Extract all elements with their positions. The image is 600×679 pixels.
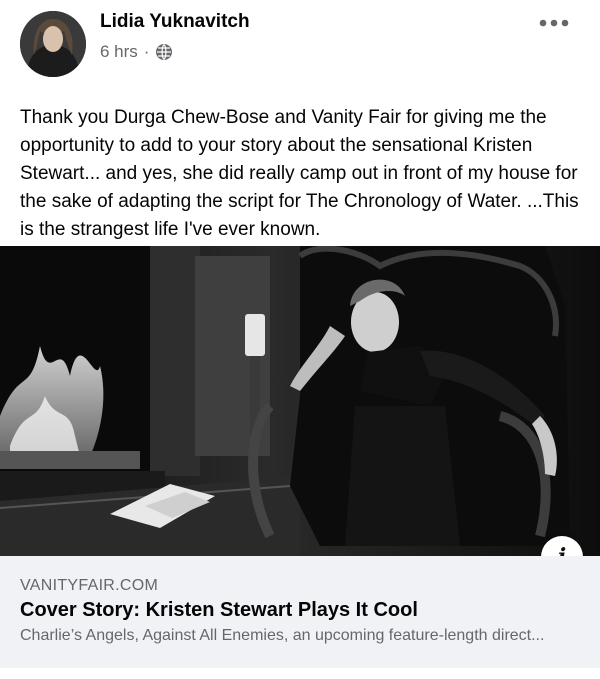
post-meta: 6 hrs · xyxy=(100,41,173,63)
post-header: Lidia Yuknavitch 6 hrs · xyxy=(0,0,600,90)
cover-photo xyxy=(0,246,600,556)
globe-icon[interactable] xyxy=(155,43,173,61)
post-timestamp[interactable]: 6 hrs xyxy=(100,42,138,62)
link-description: Charlie’s Angels, Against All Enemies, a… xyxy=(20,627,545,644)
author-name[interactable]: Lidia Yuknavitch xyxy=(100,11,250,33)
more-horizontal-icon xyxy=(539,19,569,27)
link-title[interactable]: Cover Story: Kristen Stewart Plays It Co… xyxy=(20,599,418,622)
link-preview-footer[interactable]: VANITYFAIR.COM Cover Story: Kristen Stew… xyxy=(0,556,600,668)
link-preview-image[interactable] xyxy=(0,246,600,556)
link-domain: VANITYFAIR.COM xyxy=(20,577,159,594)
more-options-button[interactable] xyxy=(536,12,572,34)
avatar-image xyxy=(20,11,86,77)
meta-separator: · xyxy=(143,42,150,61)
avatar[interactable] xyxy=(20,11,86,77)
post-text: Thank you Durga Chew-Bose and Vanity Fai… xyxy=(20,107,579,240)
